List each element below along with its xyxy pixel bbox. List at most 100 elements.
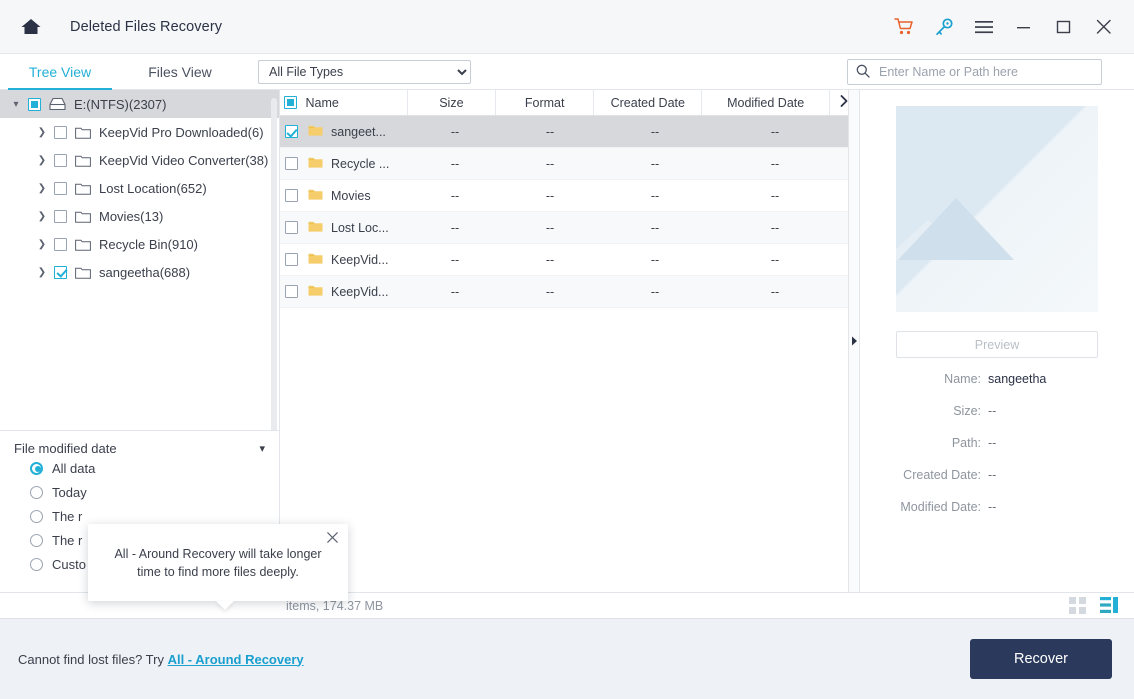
- tab-files-view[interactable]: Files View: [120, 54, 240, 90]
- radio-button[interactable]: [30, 557, 43, 571]
- recover-button[interactable]: Recover: [970, 639, 1112, 679]
- row-size: --: [450, 284, 460, 299]
- row-checkbox-cell[interactable]: [280, 189, 306, 202]
- titlebar-actions: [884, 8, 1124, 46]
- folder-icon: [75, 154, 91, 167]
- select-all-checkbox-cell[interactable]: [280, 90, 306, 115]
- minimize-icon[interactable]: [1004, 8, 1044, 46]
- chevron-right-icon[interactable]: ❯: [34, 267, 50, 278]
- column-header-more[interactable]: [830, 90, 848, 115]
- search-box[interactable]: [847, 59, 1102, 85]
- list-view-icon[interactable]: [1100, 597, 1118, 614]
- tree-item-checkbox[interactable]: [54, 153, 67, 167]
- search-input[interactable]: [877, 64, 1093, 80]
- row-created-date: --: [650, 124, 660, 139]
- table-row[interactable]: Movies -- -- -- --: [280, 180, 848, 212]
- row-size: --: [450, 124, 460, 139]
- chevron-down-icon[interactable]: ▾: [8, 99, 24, 110]
- tree-item-label: Lost Location(652): [99, 180, 207, 196]
- row-checkbox[interactable]: [284, 157, 298, 170]
- tree-scroll-area: ▾ E:(NTFS)(2307) ❯ KeepVid Pro Downloade…: [0, 90, 279, 430]
- tree-item-checkbox[interactable]: [54, 209, 67, 223]
- row-checkbox[interactable]: [284, 253, 298, 266]
- filter-header[interactable]: File modified date ▾: [14, 441, 279, 456]
- tree-item-recycle-bin[interactable]: ❯ Recycle Bin(910): [0, 230, 279, 258]
- filter-option-all-data[interactable]: All data: [30, 456, 279, 480]
- chevron-down-icon[interactable]: ▾: [259, 442, 265, 455]
- tree-item-checkbox[interactable]: [54, 181, 67, 195]
- radio-button[interactable]: [30, 509, 43, 523]
- column-header-format[interactable]: Format: [496, 90, 595, 115]
- tree-item-lost-location[interactable]: ❯ Lost Location(652): [0, 174, 279, 202]
- chevron-right-icon[interactable]: ❯: [34, 239, 50, 250]
- tree-scrollbar[interactable]: [271, 98, 277, 430]
- thumbnail-shape-front: [898, 198, 1014, 260]
- tree-item-checkbox[interactable]: [54, 237, 67, 251]
- row-checkbox-cell[interactable]: [280, 125, 306, 138]
- column-header-name[interactable]: Name: [306, 90, 408, 115]
- key-icon[interactable]: [924, 8, 964, 46]
- row-format: --: [545, 124, 555, 139]
- row-checkbox-cell[interactable]: [280, 221, 306, 234]
- grid-view-icon[interactable]: [1069, 597, 1086, 614]
- meta-row-size: Size: --: [870, 404, 1116, 418]
- tree-item-checkbox[interactable]: [54, 125, 67, 139]
- column-header-created-date[interactable]: Created Date: [594, 90, 703, 115]
- all-around-recovery-link[interactable]: All - Around Recovery: [168, 652, 304, 667]
- row-created-date: --: [650, 284, 660, 299]
- select-all-checkbox[interactable]: [284, 96, 298, 109]
- filter-option-today[interactable]: Today: [30, 480, 279, 504]
- row-checkbox-cell[interactable]: [280, 157, 306, 170]
- hamburger-menu-icon[interactable]: [964, 8, 1004, 46]
- row-checkbox[interactable]: [284, 285, 298, 298]
- preview-button[interactable]: Preview: [896, 331, 1098, 358]
- row-checkbox-cell[interactable]: [280, 253, 306, 266]
- drive-icon: [49, 97, 66, 111]
- tree-item-keepvid-video-converter[interactable]: ❯ KeepVid Video Converter(38): [0, 146, 279, 174]
- row-checkbox-cell[interactable]: [280, 285, 306, 298]
- filter-title: File modified date: [14, 441, 117, 456]
- row-format: --: [545, 284, 555, 299]
- column-header-modified-date[interactable]: Modified Date: [702, 90, 830, 115]
- tree-item-root[interactable]: ▾ E:(NTFS)(2307): [0, 90, 279, 118]
- maximize-icon[interactable]: [1044, 8, 1084, 46]
- tree-item-sangeetha[interactable]: ❯ sangeetha(688): [0, 258, 279, 286]
- row-checkbox[interactable]: [284, 189, 298, 202]
- row-checkbox[interactable]: [284, 221, 298, 234]
- radio-button[interactable]: [30, 485, 43, 499]
- tree-root-checkbox[interactable]: [28, 97, 41, 111]
- tree-item-label: Movies(13): [99, 208, 164, 224]
- preview-collapse-handle[interactable]: [848, 90, 860, 592]
- tree-item-checkbox[interactable]: [54, 265, 67, 279]
- row-name: Lost Loc...: [306, 220, 410, 236]
- row-name-label: sangeet...: [331, 124, 386, 139]
- row-name-label: KeepVid...: [331, 252, 389, 267]
- folder-icon: [75, 238, 91, 251]
- table-row[interactable]: sangeet... -- -- -- --: [280, 116, 848, 148]
- cart-icon[interactable]: [884, 8, 924, 46]
- chevron-right-icon[interactable]: ❯: [34, 183, 50, 194]
- radio-button[interactable]: [30, 533, 43, 547]
- chevron-right-icon[interactable]: ❯: [34, 155, 50, 166]
- table-row[interactable]: KeepVid... -- -- -- --: [280, 244, 848, 276]
- table-row[interactable]: KeepVid... -- -- -- --: [280, 276, 848, 308]
- folder-icon: [308, 188, 323, 204]
- tab-tree-view[interactable]: Tree View: [0, 54, 120, 90]
- row-checkbox[interactable]: [284, 125, 298, 138]
- row-format: --: [545, 220, 555, 235]
- chevron-right-icon[interactable]: ❯: [34, 211, 50, 222]
- close-icon[interactable]: [323, 528, 341, 546]
- table-row[interactable]: Lost Loc... -- -- -- --: [280, 212, 848, 244]
- meta-row-name: Name: sangeetha: [870, 372, 1116, 386]
- chevron-right-icon[interactable]: ❯: [34, 127, 50, 138]
- row-modified-date: --: [770, 156, 780, 171]
- column-header-size[interactable]: Size: [408, 90, 497, 115]
- tree-item-movies[interactable]: ❯ Movies(13): [0, 202, 279, 230]
- table-row[interactable]: Recycle ... -- -- -- --: [280, 148, 848, 180]
- folder-icon: [308, 156, 323, 172]
- close-icon[interactable]: [1084, 8, 1124, 46]
- file-type-select[interactable]: All File Types: [258, 59, 471, 84]
- radio-button[interactable]: [30, 461, 43, 475]
- home-icon[interactable]: [18, 14, 44, 40]
- tree-item-keepvid-pro-downloaded[interactable]: ❯ KeepVid Pro Downloaded(6): [0, 118, 279, 146]
